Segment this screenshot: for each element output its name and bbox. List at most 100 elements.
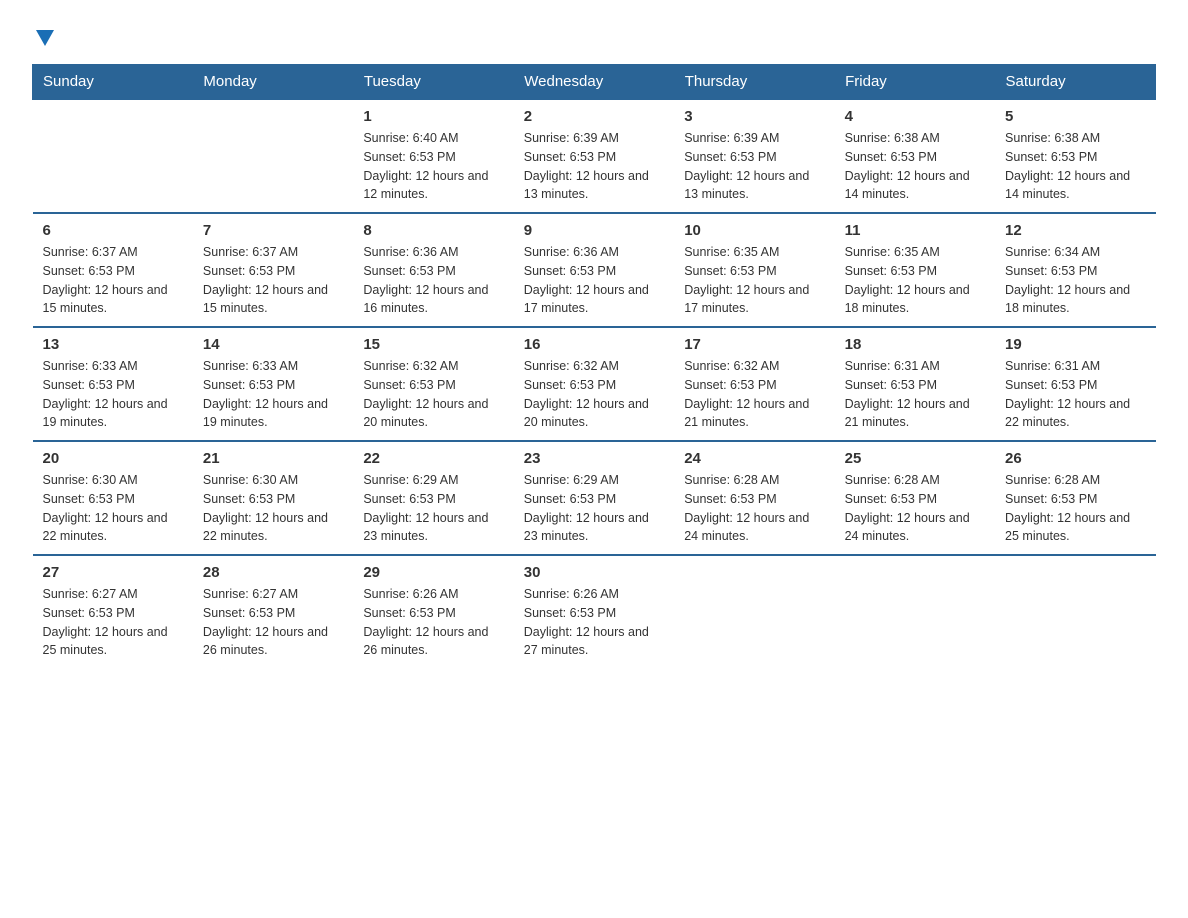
calendar-cell: 2 Sunrise: 6:39 AMSunset: 6:53 PMDaylight…	[514, 99, 674, 213]
calendar-cell: 25 Sunrise: 6:28 AMSunset: 6:53 PMDayligh…	[835, 441, 995, 555]
day-number: 21	[203, 450, 343, 467]
day-info: Sunrise: 6:28 AMSunset: 6:53 PMDaylight:…	[845, 471, 985, 546]
day-number: 30	[524, 564, 664, 581]
day-number: 2	[524, 108, 664, 125]
day-info: Sunrise: 6:30 AMSunset: 6:53 PMDaylight:…	[43, 471, 183, 546]
header-monday: Monday	[193, 65, 353, 100]
day-info: Sunrise: 6:27 AMSunset: 6:53 PMDaylight:…	[43, 585, 183, 660]
day-number: 28	[203, 564, 343, 581]
day-number: 7	[203, 222, 343, 239]
calendar-week-row: 13 Sunrise: 6:33 AMSunset: 6:53 PMDayligh…	[33, 327, 1156, 441]
day-number: 3	[684, 108, 824, 125]
day-info: Sunrise: 6:28 AMSunset: 6:53 PMDaylight:…	[1005, 471, 1145, 546]
header-saturday: Saturday	[995, 65, 1155, 100]
day-number: 23	[524, 450, 664, 467]
calendar-header-row: SundayMondayTuesdayWednesdayThursdayFrid…	[33, 65, 1156, 100]
calendar-week-row: 6 Sunrise: 6:37 AMSunset: 6:53 PMDaylight…	[33, 213, 1156, 327]
day-number: 25	[845, 450, 985, 467]
calendar-cell: 18Sunrise: 6:31 AMSunset: 6:53 PMDayligh…	[835, 327, 995, 441]
day-number: 22	[363, 450, 503, 467]
page-header	[32, 24, 1156, 48]
calendar-cell: 20 Sunrise: 6:30 AMSunset: 6:53 PMDayligh…	[33, 441, 193, 555]
day-info: Sunrise: 6:28 AMSunset: 6:53 PMDaylight:…	[684, 471, 824, 546]
calendar-cell: 12 Sunrise: 6:34 AMSunset: 6:53 PMDayligh…	[995, 213, 1155, 327]
day-number: 16	[524, 336, 664, 353]
calendar-cell: 16 Sunrise: 6:32 AMSunset: 6:53 PMDayligh…	[514, 327, 674, 441]
calendar-week-row: 27 Sunrise: 6:27 AMSunset: 6:53 PMDayligh…	[33, 555, 1156, 668]
day-number: 18	[845, 336, 985, 353]
day-info: Sunrise: 6:38 AMSunset: 6:53 PMDaylight:…	[1005, 129, 1145, 204]
calendar-cell	[33, 99, 193, 213]
header-friday: Friday	[835, 65, 995, 100]
calendar-cell	[674, 555, 834, 668]
calendar-cell: 21 Sunrise: 6:30 AMSunset: 6:53 PMDayligh…	[193, 441, 353, 555]
day-number: 20	[43, 450, 183, 467]
day-info: Sunrise: 6:31 AMSunset: 6:53 PMDaylight:…	[1005, 357, 1145, 432]
day-info: Sunrise: 6:32 AMSunset: 6:53 PMDaylight:…	[524, 357, 664, 432]
calendar-table: SundayMondayTuesdayWednesdayThursdayFrid…	[32, 64, 1156, 668]
calendar-cell: 14 Sunrise: 6:33 AMSunset: 6:53 PMDayligh…	[193, 327, 353, 441]
day-number: 15	[363, 336, 503, 353]
calendar-cell	[995, 555, 1155, 668]
day-number: 19	[1005, 336, 1145, 353]
day-number: 27	[43, 564, 183, 581]
calendar-cell: 4Sunrise: 6:38 AMSunset: 6:53 PMDaylight…	[835, 99, 995, 213]
calendar-cell: 28 Sunrise: 6:27 AMSunset: 6:53 PMDayligh…	[193, 555, 353, 668]
logo	[32, 24, 56, 48]
day-number: 12	[1005, 222, 1145, 239]
calendar-cell: 1 Sunrise: 6:40 AMSunset: 6:53 PMDaylight…	[353, 99, 513, 213]
day-info: Sunrise: 6:26 AMSunset: 6:53 PMDaylight:…	[363, 585, 503, 660]
day-info: Sunrise: 6:32 AMSunset: 6:53 PMDaylight:…	[363, 357, 503, 432]
day-number: 29	[363, 564, 503, 581]
day-number: 1	[363, 108, 503, 125]
day-number: 14	[203, 336, 343, 353]
day-info: Sunrise: 6:39 AMSunset: 6:53 PMDaylight:…	[524, 129, 664, 204]
day-number: 5	[1005, 108, 1145, 125]
day-info: Sunrise: 6:26 AMSunset: 6:53 PMDaylight:…	[524, 585, 664, 660]
day-info: Sunrise: 6:33 AMSunset: 6:53 PMDaylight:…	[43, 357, 183, 432]
calendar-cell: 26 Sunrise: 6:28 AMSunset: 6:53 PMDayligh…	[995, 441, 1155, 555]
calendar-cell: 19 Sunrise: 6:31 AMSunset: 6:53 PMDayligh…	[995, 327, 1155, 441]
day-number: 10	[684, 222, 824, 239]
header-thursday: Thursday	[674, 65, 834, 100]
day-number: 4	[845, 108, 985, 125]
day-info: Sunrise: 6:29 AMSunset: 6:53 PMDaylight:…	[524, 471, 664, 546]
day-info: Sunrise: 6:32 AMSunset: 6:53 PMDaylight:…	[684, 357, 824, 432]
calendar-cell: 6 Sunrise: 6:37 AMSunset: 6:53 PMDaylight…	[33, 213, 193, 327]
day-info: Sunrise: 6:30 AMSunset: 6:53 PMDaylight:…	[203, 471, 343, 546]
day-number: 11	[845, 222, 985, 239]
calendar-cell: 11 Sunrise: 6:35 AMSunset: 6:53 PMDayligh…	[835, 213, 995, 327]
calendar-cell: 3 Sunrise: 6:39 AMSunset: 6:53 PMDaylight…	[674, 99, 834, 213]
day-number: 24	[684, 450, 824, 467]
calendar-cell: 29 Sunrise: 6:26 AMSunset: 6:53 PMDayligh…	[353, 555, 513, 668]
day-number: 9	[524, 222, 664, 239]
calendar-cell	[193, 99, 353, 213]
day-info: Sunrise: 6:27 AMSunset: 6:53 PMDaylight:…	[203, 585, 343, 660]
day-info: Sunrise: 6:34 AMSunset: 6:53 PMDaylight:…	[1005, 243, 1145, 318]
calendar-cell: 27 Sunrise: 6:27 AMSunset: 6:53 PMDayligh…	[33, 555, 193, 668]
day-number: 13	[43, 336, 183, 353]
calendar-cell: 10Sunrise: 6:35 AMSunset: 6:53 PMDayligh…	[674, 213, 834, 327]
calendar-cell: 13 Sunrise: 6:33 AMSunset: 6:53 PMDayligh…	[33, 327, 193, 441]
logo-triangle-icon	[34, 26, 56, 48]
calendar-cell: 22 Sunrise: 6:29 AMSunset: 6:53 PMDayligh…	[353, 441, 513, 555]
calendar-cell: 8Sunrise: 6:36 AMSunset: 6:53 PMDaylight…	[353, 213, 513, 327]
calendar-week-row: 20 Sunrise: 6:30 AMSunset: 6:53 PMDayligh…	[33, 441, 1156, 555]
day-number: 6	[43, 222, 183, 239]
day-info: Sunrise: 6:40 AMSunset: 6:53 PMDaylight:…	[363, 129, 503, 204]
day-info: Sunrise: 6:37 AMSunset: 6:53 PMDaylight:…	[203, 243, 343, 318]
day-number: 26	[1005, 450, 1145, 467]
calendar-cell: 5 Sunrise: 6:38 AMSunset: 6:53 PMDaylight…	[995, 99, 1155, 213]
calendar-cell: 30 Sunrise: 6:26 AMSunset: 6:53 PMDayligh…	[514, 555, 674, 668]
header-tuesday: Tuesday	[353, 65, 513, 100]
day-info: Sunrise: 6:36 AMSunset: 6:53 PMDaylight:…	[524, 243, 664, 318]
day-info: Sunrise: 6:33 AMSunset: 6:53 PMDaylight:…	[203, 357, 343, 432]
calendar-cell: 17Sunrise: 6:32 AMSunset: 6:53 PMDayligh…	[674, 327, 834, 441]
day-info: Sunrise: 6:39 AMSunset: 6:53 PMDaylight:…	[684, 129, 824, 204]
day-info: Sunrise: 6:37 AMSunset: 6:53 PMDaylight:…	[43, 243, 183, 318]
header-sunday: Sunday	[33, 65, 193, 100]
calendar-cell: 15 Sunrise: 6:32 AMSunset: 6:53 PMDayligh…	[353, 327, 513, 441]
day-info: Sunrise: 6:35 AMSunset: 6:53 PMDaylight:…	[845, 243, 985, 318]
day-info: Sunrise: 6:29 AMSunset: 6:53 PMDaylight:…	[363, 471, 503, 546]
calendar-cell: 7 Sunrise: 6:37 AMSunset: 6:53 PMDaylight…	[193, 213, 353, 327]
